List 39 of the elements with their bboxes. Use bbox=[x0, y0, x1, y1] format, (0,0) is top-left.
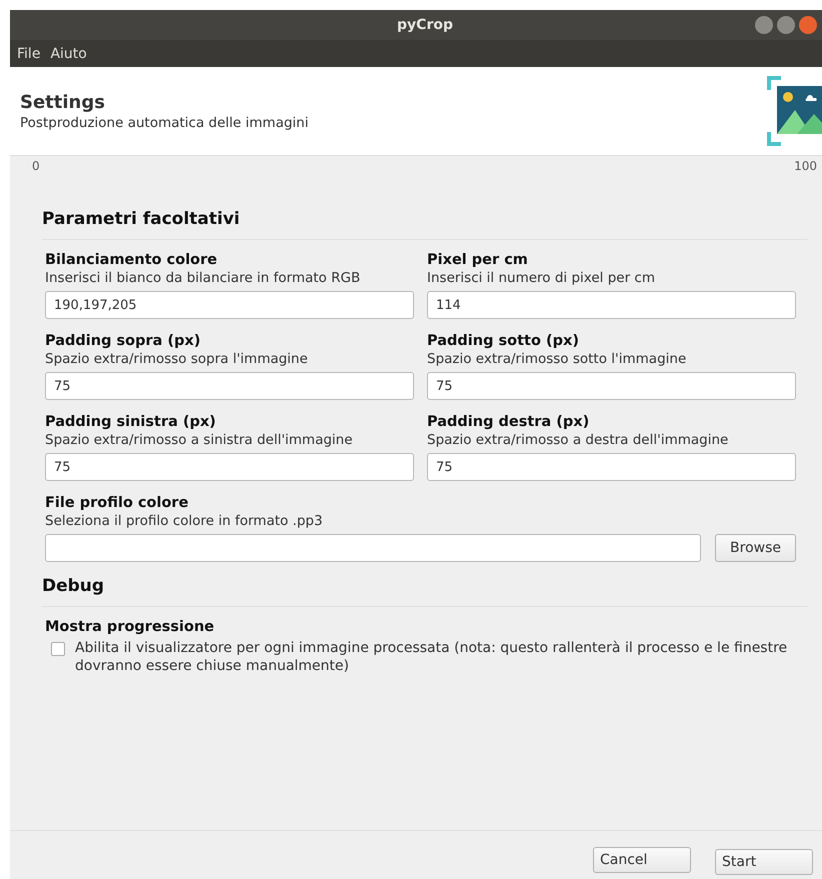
start-button[interactable]: Start bbox=[715, 849, 813, 875]
checkbox-label: Abilita il visualizzatore per ogni immagine processata (nota: questo rallenterà il processo e le finestre dovranno essere chiuse manualmente) bbox=[75, 639, 788, 676]
field-label: Padding sinistra (px) bbox=[45, 414, 217, 430]
field-label: Pixel per cm bbox=[427, 252, 529, 268]
menu-item[interactable]: Aiuto bbox=[45, 46, 92, 62]
field-hint: Seleziona il profilo colore in formato .pp3 bbox=[45, 513, 324, 529]
progress-max-label: 100 bbox=[794, 159, 817, 173]
file-path-field[interactable] bbox=[45, 534, 702, 562]
field-label: Mostra progressione bbox=[45, 619, 216, 635]
input-field[interactable]: 75 bbox=[427, 453, 796, 481]
progress-min-label: 0 bbox=[32, 159, 40, 173]
input-field[interactable]: 75 bbox=[45, 453, 414, 481]
field-hint: Spazio extra/rimosso a destra dell'immagine bbox=[427, 432, 730, 448]
field-hint: Inserisci il numero di pixel per cm bbox=[427, 270, 656, 286]
input-field[interactable]: 190,197,205 bbox=[45, 291, 414, 319]
window-title: pyCrop bbox=[397, 17, 453, 33]
minimize-button[interactable] bbox=[755, 16, 773, 34]
page-title: Settings bbox=[20, 92, 106, 112]
input-field[interactable]: 114 bbox=[427, 291, 796, 319]
input-field[interactable]: 75 bbox=[45, 372, 414, 400]
menu-item[interactable]: File bbox=[12, 46, 46, 62]
field-label: Padding destra (px) bbox=[427, 414, 590, 430]
field-hint: Spazio extra/rimosso a sinistra dell'immagine bbox=[45, 432, 354, 448]
page-subtitle: Postproduzione automatica delle immagini bbox=[20, 114, 308, 130]
field-label: Padding sotto (px) bbox=[427, 333, 580, 349]
field-label: Bilanciamento colore bbox=[45, 252, 218, 268]
close-button[interactable] bbox=[799, 16, 817, 34]
browse-button[interactable]: Browse bbox=[715, 534, 796, 562]
cancel-button[interactable]: Cancel bbox=[593, 847, 691, 873]
section-title: Debug bbox=[42, 576, 808, 607]
checkbox[interactable] bbox=[51, 642, 65, 656]
maximize-button[interactable] bbox=[777, 16, 795, 34]
field-hint: Spazio extra/rimosso sotto l'immagine bbox=[427, 351, 688, 367]
field-hint: Inserisci il bianco da bilanciare in formato RGB bbox=[45, 270, 362, 286]
section-title: Parametri facoltativi bbox=[42, 209, 808, 240]
field-label: File profilo colore bbox=[45, 495, 190, 511]
input-field[interactable]: 75 bbox=[427, 372, 796, 400]
field-label: Padding sopra (px) bbox=[45, 333, 202, 349]
field-hint: Spazio extra/rimosso sopra l'immagine bbox=[45, 351, 309, 367]
